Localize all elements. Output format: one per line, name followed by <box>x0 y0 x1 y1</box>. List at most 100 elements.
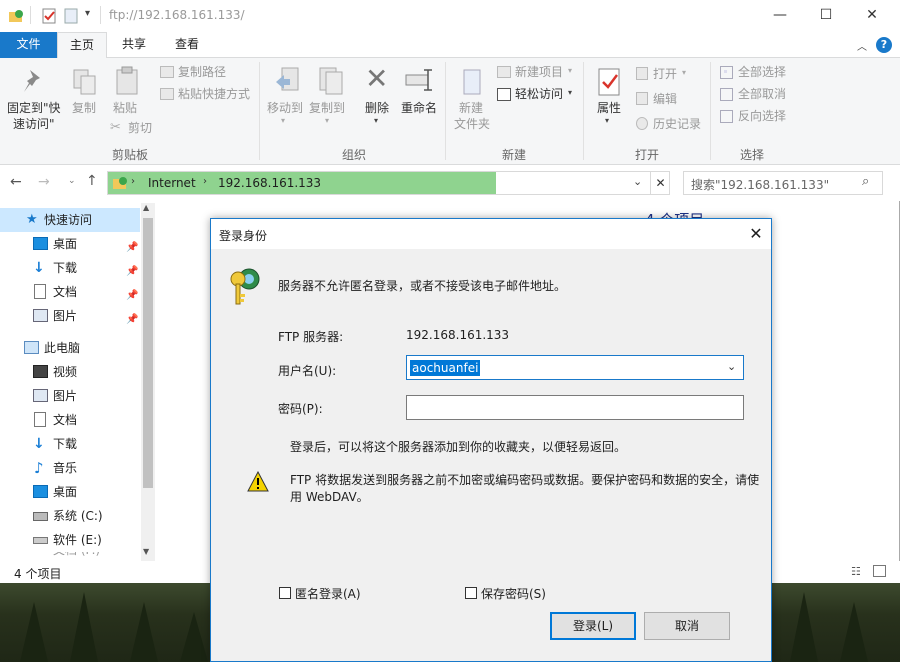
paste-shortcut-button[interactable]: 粘贴快捷方式 <box>178 86 250 102</box>
nav-item-documents[interactable]: 文档 📌 <box>0 280 140 304</box>
open-dropdown-icon[interactable]: ▾ <box>682 68 686 77</box>
document-icon <box>34 284 46 299</box>
password-field[interactable] <box>406 395 744 420</box>
properties-button[interactable]: 属性 <box>597 100 621 116</box>
copy-to-dropdown-icon[interactable]: ▾ <box>325 116 329 125</box>
nav-item-pictures-pc[interactable]: 图片 <box>0 384 140 408</box>
select-all-icon <box>720 66 733 79</box>
cancel-button[interactable]: 取消 <box>644 612 730 640</box>
up-arrow-icon[interactable]: ↑ <box>86 173 98 189</box>
search-icon[interactable]: ⌕ <box>862 174 869 189</box>
anonymous-login-checkbox[interactable] <box>279 587 291 599</box>
username-combobox[interactable]: aochuanfei ⌄ <box>406 355 744 380</box>
large-icons-view-icon[interactable] <box>873 565 886 577</box>
select-group-label: 选择 <box>740 148 765 162</box>
tab-share[interactable]: 共享 <box>110 32 158 58</box>
dialog-close-button[interactable]: ✕ <box>741 219 771 249</box>
save-password-checkbox[interactable] <box>465 587 477 599</box>
breadcrumb-host[interactable]: 192.168.161.133 <box>218 176 321 190</box>
nav-item-label: 文档 (F:) <box>53 552 100 561</box>
title-bar: ▾ ftp://192.168.161.133/ — ☐ ✕ <box>0 0 900 32</box>
tab-file[interactable]: 文件 <box>0 32 57 58</box>
anonymous-login-label[interactable]: 匿名登录(A) <box>295 585 361 602</box>
nav-this-pc[interactable]: 此电脑 <box>0 336 140 360</box>
new-folder-button[interactable]: 新建 文件夹 <box>454 100 490 132</box>
history-icon <box>636 117 648 130</box>
ribbon-divider <box>710 62 711 160</box>
nav-item-pictures[interactable]: 图片 📌 <box>0 304 140 328</box>
new-item-button[interactable]: 新建项目 <box>515 64 563 80</box>
cut-button[interactable]: 剪切 <box>128 120 152 136</box>
nav-item-drive-f[interactable]: 文档 (F:) <box>0 552 140 561</box>
nav-item-documents-pc[interactable]: 文档 <box>0 408 140 432</box>
pin-icon[interactable]: 📌 <box>126 308 138 332</box>
pin-icon <box>22 68 46 97</box>
nav-item-videos[interactable]: 视频 <box>0 360 140 384</box>
drive-icon <box>33 537 48 544</box>
copy-to-button[interactable]: 复制到 <box>309 100 345 116</box>
search-box[interactable]: 搜索"192.168.161.133" ⌕ <box>683 171 883 195</box>
nav-item-label: 下载 <box>53 437 78 451</box>
copy-path-icon <box>160 66 174 78</box>
close-button[interactable]: ✕ <box>849 0 895 32</box>
paste-button[interactable]: 粘贴 <box>113 100 137 116</box>
properties-quick-icon[interactable] <box>41 8 57 24</box>
move-to-dropdown-icon[interactable]: ▾ <box>281 116 285 125</box>
invert-selection-button[interactable]: 反向选择 <box>738 108 786 124</box>
minimize-button[interactable]: — <box>757 0 803 32</box>
customize-quick-access-icon[interactable]: ▾ <box>85 8 90 19</box>
nav-quick-access[interactable]: ★ 快速访问 <box>0 208 140 232</box>
select-none-button[interactable]: 全部取消 <box>738 86 786 102</box>
nav-item-downloads-pc[interactable]: ↓ 下载 <box>0 432 140 456</box>
back-arrow-icon[interactable]: ← <box>10 174 22 190</box>
move-to-button[interactable]: 移动到 <box>267 100 303 116</box>
computer-icon <box>24 341 39 354</box>
new-item-dropdown-icon[interactable]: ▾ <box>568 66 572 75</box>
select-all-button[interactable]: 全部选择 <box>738 64 786 80</box>
details-view-icon[interactable]: ☷ <box>851 565 861 578</box>
save-password-label[interactable]: 保存密码(S) <box>481 585 546 602</box>
pin-to-quick-access-button[interactable]: 固定到"快 速访问" <box>7 100 61 132</box>
collapse-ribbon-icon[interactable]: ︿ <box>857 38 867 53</box>
open-button[interactable]: 打开 <box>653 66 677 82</box>
new-folder-quick-icon[interactable] <box>63 8 79 24</box>
nav-item-desktop-pc[interactable]: 桌面 <box>0 480 140 504</box>
status-item-count: 4 个项目 <box>14 567 62 581</box>
properties-dropdown-icon[interactable]: ▾ <box>605 116 609 125</box>
login-button[interactable]: 登录(L) <box>550 612 636 640</box>
breadcrumb-internet[interactable]: Internet <box>148 176 196 190</box>
nav-item-drive-c[interactable]: 系统 (C:) <box>0 504 140 528</box>
ribbon-divider <box>259 62 260 160</box>
tab-home[interactable]: 主页 <box>57 32 107 59</box>
nav-item-music[interactable]: ♪ 音乐 <box>0 456 140 480</box>
help-icon[interactable]: ? <box>876 37 892 53</box>
scroll-up-icon[interactable]: ▲ <box>143 203 149 212</box>
chevron-down-icon[interactable]: ⌄ <box>727 360 736 373</box>
history-button[interactable]: 历史记录 <box>653 116 701 132</box>
nav-item-drive-e[interactable]: 软件 (E:) <box>0 528 140 552</box>
delete-button[interactable]: 删除 <box>365 100 389 116</box>
scroll-down-icon[interactable]: ▼ <box>143 547 149 556</box>
copy-path-button[interactable]: 复制路径 <box>178 64 226 80</box>
address-dropdown-icon[interactable]: ⌄ <box>633 175 642 188</box>
easy-access-button[interactable]: 轻松访问 <box>515 86 563 102</box>
warning-line-1: FTP 将数据发送到服务器之前不加密或编码密码或数据。要保护密码和数据的安全，请… <box>290 473 760 487</box>
copy-button[interactable]: 复制 <box>72 100 96 116</box>
stop-icon[interactable]: ✕ <box>650 172 670 194</box>
edit-button[interactable]: 编辑 <box>653 91 677 107</box>
nav-scrollbar-thumb[interactable] <box>143 218 153 488</box>
nav-item-desktop[interactable]: 桌面 📌 <box>0 232 140 256</box>
nav-item-label: 音乐 <box>53 461 78 475</box>
breadcrumb-separator-icon[interactable]: › <box>131 176 135 187</box>
invert-selection-icon <box>720 110 733 123</box>
login-dialog: 登录身份 ✕ 服务器不允许匿名登录，或者不接受该电子邮件地址。 FTP 服务器:… <box>210 218 772 662</box>
nav-item-downloads[interactable]: ↓ 下载 📌 <box>0 256 140 280</box>
easy-access-dropdown-icon[interactable]: ▾ <box>568 88 572 97</box>
delete-dropdown-icon[interactable]: ▾ <box>374 116 378 125</box>
rename-button[interactable]: 重命名 <box>401 100 437 116</box>
forward-arrow-icon[interactable]: → <box>38 174 50 190</box>
breadcrumb-separator-icon[interactable]: › <box>203 176 207 187</box>
maximize-button[interactable]: ☐ <box>803 0 849 32</box>
tab-view[interactable]: 查看 <box>163 32 211 58</box>
recent-locations-chevron-icon[interactable]: ⌄ <box>68 176 76 186</box>
